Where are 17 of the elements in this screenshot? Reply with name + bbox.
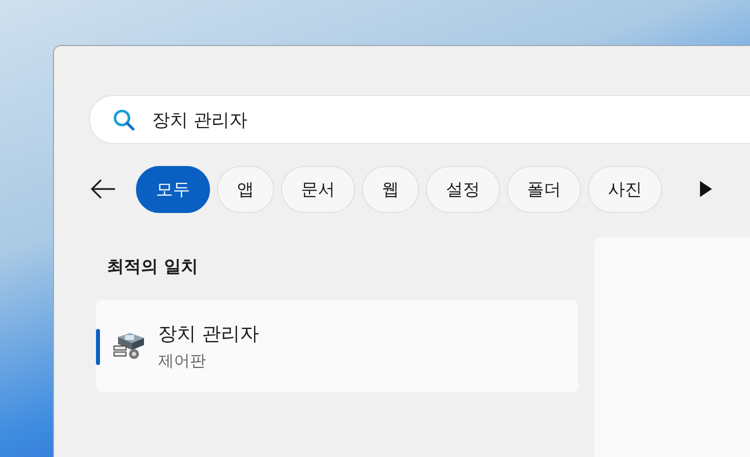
filter-tab[interactable]: 설정 <box>426 166 500 212</box>
search-query-text: 장치 관리자 <box>152 108 249 132</box>
filter-tab[interactable]: 앱 <box>217 166 274 212</box>
result-title: 장치 관리자 <box>158 322 260 346</box>
section-heading: 최적의 일치 <box>107 256 199 277</box>
search-field[interactable]: 장치 관리자 <box>89 95 750 144</box>
filter-tab[interactable]: 웹 <box>362 166 419 212</box>
filter-tab[interactable]: 모두 <box>136 166 210 212</box>
result-subtitle: 제어판 <box>158 350 207 372</box>
back-arrow-icon[interactable] <box>89 177 117 201</box>
filter-tab[interactable]: 문서 <box>281 166 355 212</box>
scroll-right-icon[interactable] <box>699 180 713 198</box>
result-item[interactable]: 장치 관리자 제어판 <box>96 300 578 392</box>
device-manager-icon <box>112 331 146 361</box>
search-icon <box>112 108 136 132</box>
filter-tab[interactable]: 사진 <box>588 166 662 212</box>
filter-tab[interactable]: 폴더 <box>507 166 581 212</box>
